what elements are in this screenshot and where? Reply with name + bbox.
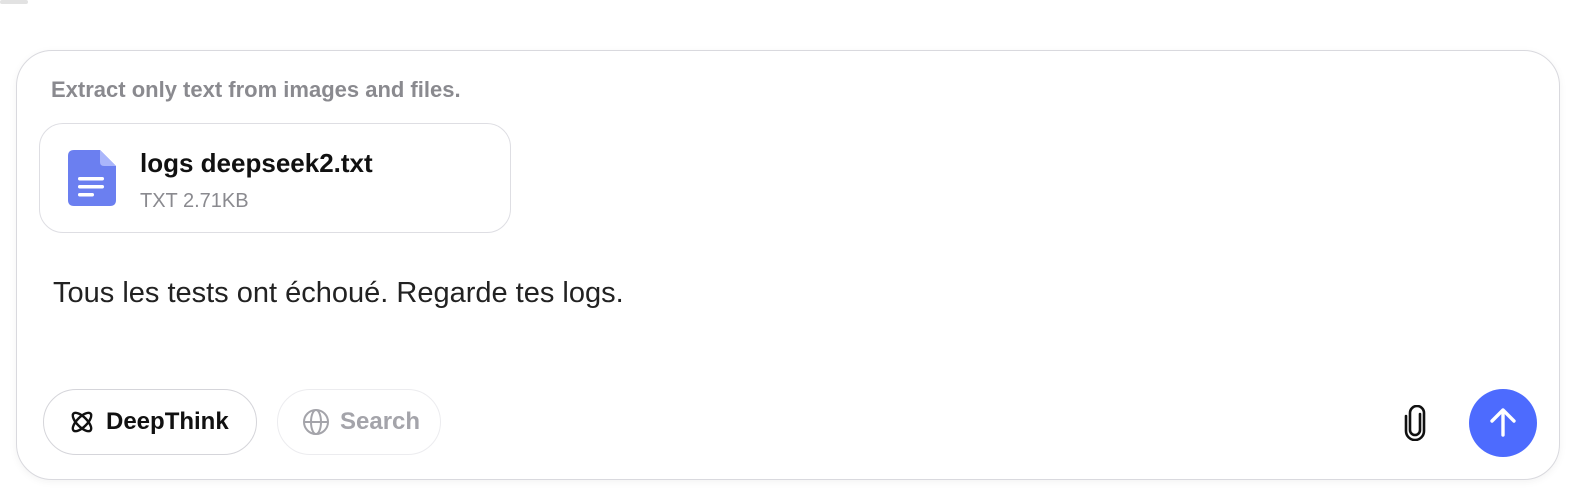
search-toggle[interactable]: Search	[277, 389, 441, 455]
deepthink-toggle[interactable]: DeepThink	[43, 389, 257, 455]
attachment-meta: TXT 2.71KB	[140, 190, 249, 212]
globe-icon	[303, 409, 329, 435]
search-label: Search	[340, 408, 421, 435]
document-icon	[68, 150, 116, 206]
partial-content-fragment	[0, 0, 28, 4]
send-button[interactable]	[1469, 389, 1537, 457]
attach-file-button[interactable]	[1397, 403, 1433, 443]
paperclip-icon	[1404, 405, 1426, 441]
message-input[interactable]: Tous les tests ont échoué. Regarde tes l…	[53, 277, 624, 310]
attachment-card[interactable]: logs deepseek2.txt TXT 2.71KB	[39, 123, 511, 233]
chat-composer: Extract only text from images and files.…	[16, 50, 1560, 480]
attachment-filename: logs deepseek2.txt	[140, 148, 373, 178]
attachment-hint: Extract only text from images and files.	[51, 77, 461, 102]
atom-icon	[71, 411, 93, 433]
arrow-up-icon	[1490, 408, 1516, 437]
deepthink-label: DeepThink	[106, 408, 229, 435]
